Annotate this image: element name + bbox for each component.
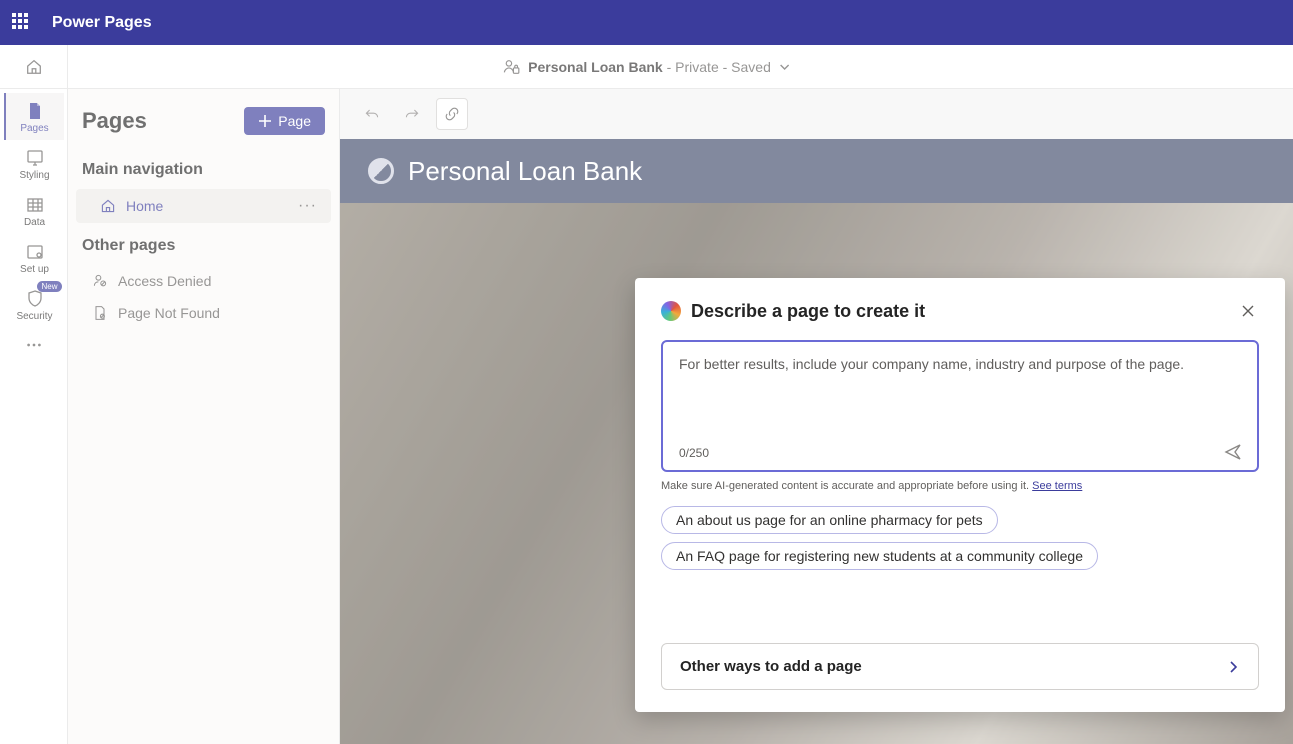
char-count: 0/250 [679, 446, 709, 460]
send-button[interactable] [1223, 442, 1243, 462]
prompt-textarea[interactable] [679, 356, 1241, 426]
ai-disclaimer: Make sure AI-generated content is accura… [661, 480, 1259, 492]
suggestion-chips: An about us page for an online pharmacy … [661, 506, 1259, 570]
app-launcher-icon[interactable] [12, 13, 32, 33]
copilot-icon [661, 301, 681, 321]
other-ways-label: Other ways to add a page [680, 658, 862, 675]
disclaimer-text: Make sure AI-generated content is accura… [661, 480, 1032, 492]
close-button[interactable] [1237, 300, 1259, 322]
suggestion-chip[interactable]: An about us page for an online pharmacy … [661, 506, 998, 534]
terms-link[interactable]: See terms [1032, 480, 1082, 492]
chevron-right-icon [1226, 660, 1240, 674]
prompt-input-container: 0/250 [661, 340, 1259, 472]
other-ways-button[interactable]: Other ways to add a page [661, 643, 1259, 690]
global-topbar: Power Pages [0, 0, 1293, 45]
copilot-create-page-dialog: Describe a page to create it 0/250 Make … [635, 278, 1285, 712]
suggestion-chip[interactable]: An FAQ page for registering new students… [661, 542, 1098, 570]
product-title: Power Pages [52, 14, 152, 32]
dialog-title: Describe a page to create it [691, 301, 925, 322]
